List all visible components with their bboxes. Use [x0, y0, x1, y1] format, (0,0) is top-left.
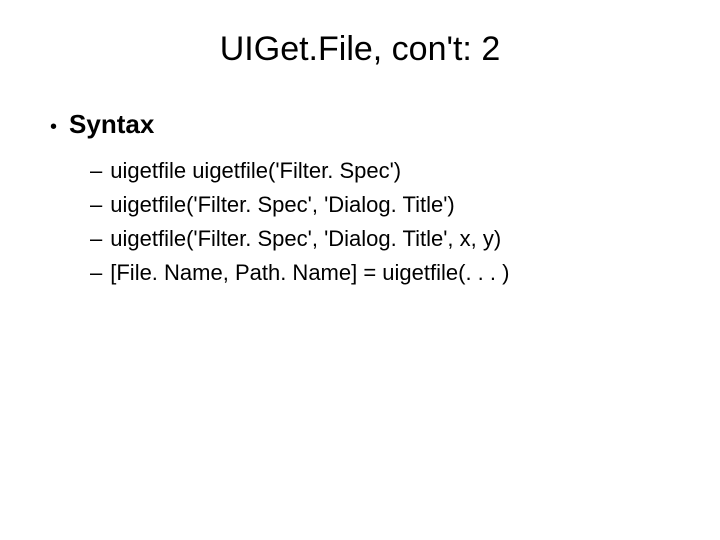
- syntax-list: – uigetfile uigetfile('Filter. Spec') – …: [90, 158, 680, 286]
- dash-icon: –: [90, 158, 102, 184]
- list-item: – uigetfile('Filter. Spec', 'Dialog. Tit…: [90, 192, 680, 218]
- list-item-text: [File. Name, Path. Name] = uigetfile(. .…: [110, 260, 509, 286]
- dash-icon: –: [90, 192, 102, 218]
- list-item: – uigetfile('Filter. Spec', 'Dialog. Tit…: [90, 226, 680, 252]
- section-heading: Syntax: [69, 109, 154, 140]
- dash-icon: –: [90, 226, 102, 252]
- slide: UIGet.File, con't: 2 • Syntax – uigetfil…: [0, 0, 720, 540]
- slide-title: UIGet.File, con't: 2: [40, 30, 680, 69]
- list-item: – uigetfile uigetfile('Filter. Spec'): [90, 158, 680, 184]
- list-item-text: uigetfile uigetfile('Filter. Spec'): [110, 158, 401, 184]
- list-item-text: uigetfile('Filter. Spec', 'Dialog. Title…: [110, 226, 501, 252]
- list-item: – [File. Name, Path. Name] = uigetfile(.…: [90, 260, 680, 286]
- dash-icon: –: [90, 260, 102, 286]
- list-item-text: uigetfile('Filter. Spec', 'Dialog. Title…: [110, 192, 455, 218]
- section-heading-row: • Syntax: [50, 109, 680, 140]
- bullet-dot-icon: •: [50, 117, 57, 137]
